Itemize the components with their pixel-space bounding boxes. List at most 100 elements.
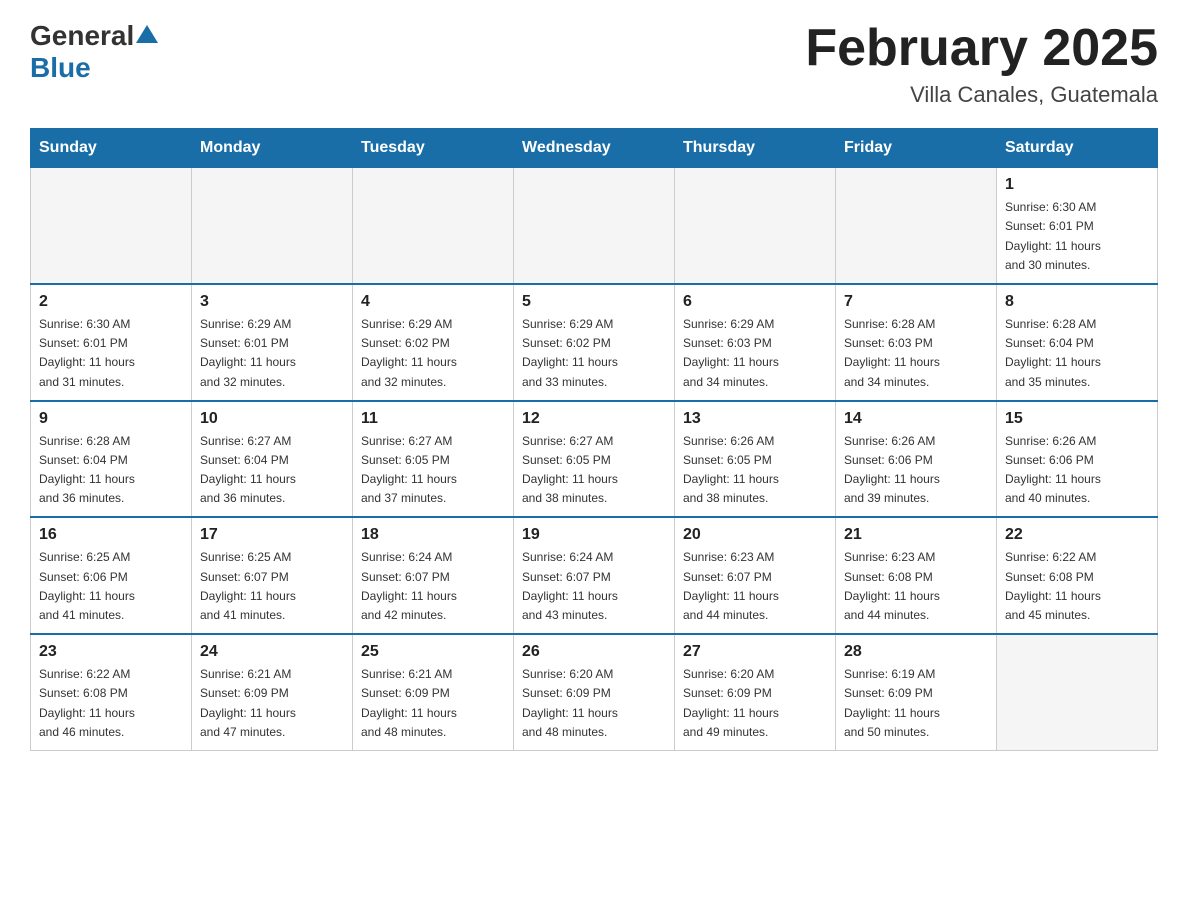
- table-row: 27 Sunrise: 6:20 AM Sunset: 6:09 PM Dayli…: [675, 634, 836, 750]
- day-number: 24: [200, 643, 344, 661]
- table-row: 9Sunrise: 6:28 AM Sunset: 6:04 PM Daylig…: [31, 401, 192, 518]
- day-info: Sunrise: 6:27 AM Sunset: 6:05 PM Dayligh…: [522, 432, 666, 509]
- day-info: Sunrise: 6:20 AM Sunset: 6:09 PM Dayligh…: [683, 665, 827, 742]
- logo-triangle-icon: [136, 23, 158, 45]
- table-row: 28 Sunrise: 6:19 AM Sunset: 6:09 PM Dayli…: [836, 634, 997, 750]
- calendar-header-row: Sunday Monday Tuesday Wednesday Thursday…: [31, 129, 1158, 168]
- table-row: 14Sunrise: 6:26 AM Sunset: 6:06 PM Dayli…: [836, 401, 997, 518]
- day-info: Sunrise: 6:22 AM Sunset: 6:08 PM Dayligh…: [1005, 548, 1149, 625]
- table-row: 13 Sunrise: 6:26 AM Sunset: 6:05 PM Dayli…: [675, 401, 836, 518]
- table-row: 16Sunrise: 6:25 AM Sunset: 6:06 PM Dayli…: [31, 517, 192, 634]
- table-row: 10 Sunrise: 6:27 AM Sunset: 6:04 PM Dayli…: [192, 401, 353, 518]
- day-info: Sunrise: 6:26 AM Sunset: 6:06 PM Dayligh…: [844, 432, 988, 509]
- col-thursday: Thursday: [675, 129, 836, 168]
- calendar-week-row: 16Sunrise: 6:25 AM Sunset: 6:06 PM Dayli…: [31, 517, 1158, 634]
- day-number: 18: [361, 526, 505, 544]
- table-row: 4 Sunrise: 6:29 AM Sunset: 6:02 PM Daylig…: [353, 284, 514, 401]
- day-info: Sunrise: 6:29 AM Sunset: 6:03 PM Dayligh…: [683, 315, 827, 392]
- day-info: Sunrise: 6:29 AM Sunset: 6:02 PM Dayligh…: [361, 315, 505, 392]
- table-row: 23Sunrise: 6:22 AM Sunset: 6:08 PM Dayli…: [31, 634, 192, 750]
- day-number: 3: [200, 293, 344, 311]
- calendar-week-row: 9Sunrise: 6:28 AM Sunset: 6:04 PM Daylig…: [31, 401, 1158, 518]
- col-monday: Monday: [192, 129, 353, 168]
- table-row: 15 Sunrise: 6:26 AM Sunset: 6:06 PM Dayli…: [997, 401, 1158, 518]
- day-info: Sunrise: 6:26 AM Sunset: 6:06 PM Dayligh…: [1005, 432, 1149, 509]
- day-info: Sunrise: 6:23 AM Sunset: 6:08 PM Dayligh…: [844, 548, 988, 625]
- day-number: 12: [522, 410, 666, 428]
- day-info: Sunrise: 6:26 AM Sunset: 6:05 PM Dayligh…: [683, 432, 827, 509]
- table-row: 12 Sunrise: 6:27 AM Sunset: 6:05 PM Dayli…: [514, 401, 675, 518]
- day-info: Sunrise: 6:19 AM Sunset: 6:09 PM Dayligh…: [844, 665, 988, 742]
- day-number: 15: [1005, 410, 1149, 428]
- calendar-week-row: 23Sunrise: 6:22 AM Sunset: 6:08 PM Dayli…: [31, 634, 1158, 750]
- table-row: 5Sunrise: 6:29 AM Sunset: 6:02 PM Daylig…: [514, 284, 675, 401]
- day-info: Sunrise: 6:30 AM Sunset: 6:01 PM Dayligh…: [39, 315, 183, 392]
- table-row: 2 Sunrise: 6:30 AM Sunset: 6:01 PM Daylig…: [31, 284, 192, 401]
- table-row: 18 Sunrise: 6:24 AM Sunset: 6:07 PM Dayli…: [353, 517, 514, 634]
- day-info: Sunrise: 6:27 AM Sunset: 6:05 PM Dayligh…: [361, 432, 505, 509]
- day-info: Sunrise: 6:21 AM Sunset: 6:09 PM Dayligh…: [361, 665, 505, 742]
- table-row: [675, 168, 836, 284]
- table-row: 8Sunrise: 6:28 AM Sunset: 6:04 PM Daylig…: [997, 284, 1158, 401]
- title-area: February 2025 Villa Canales, Guatemala: [805, 20, 1158, 108]
- day-number: 23: [39, 643, 183, 661]
- day-number: 17: [200, 526, 344, 544]
- table-row: [514, 168, 675, 284]
- table-row: 20 Sunrise: 6:23 AM Sunset: 6:07 PM Dayli…: [675, 517, 836, 634]
- day-info: Sunrise: 6:20 AM Sunset: 6:09 PM Dayligh…: [522, 665, 666, 742]
- day-number: 25: [361, 643, 505, 661]
- table-row: 22 Sunrise: 6:22 AM Sunset: 6:08 PM Dayli…: [997, 517, 1158, 634]
- day-number: 27: [683, 643, 827, 661]
- col-wednesday: Wednesday: [514, 129, 675, 168]
- table-row: 7 Sunrise: 6:28 AM Sunset: 6:03 PM Daylig…: [836, 284, 997, 401]
- day-number: 21: [844, 526, 988, 544]
- day-number: 6: [683, 293, 827, 311]
- calendar-week-row: 2 Sunrise: 6:30 AM Sunset: 6:01 PM Daylig…: [31, 284, 1158, 401]
- col-saturday: Saturday: [997, 129, 1158, 168]
- table-row: 3 Sunrise: 6:29 AM Sunset: 6:01 PM Daylig…: [192, 284, 353, 401]
- day-number: 11: [361, 410, 505, 428]
- day-number: 1: [1005, 176, 1149, 194]
- col-tuesday: Tuesday: [353, 129, 514, 168]
- logo-general-text: General: [30, 20, 134, 52]
- day-info: Sunrise: 6:27 AM Sunset: 6:04 PM Dayligh…: [200, 432, 344, 509]
- table-row: 6 Sunrise: 6:29 AM Sunset: 6:03 PM Daylig…: [675, 284, 836, 401]
- table-row: 26 Sunrise: 6:20 AM Sunset: 6:09 PM Dayli…: [514, 634, 675, 750]
- table-row: [997, 634, 1158, 750]
- logo-blue-text: Blue: [30, 52, 91, 84]
- day-info: Sunrise: 6:24 AM Sunset: 6:07 PM Dayligh…: [361, 548, 505, 625]
- day-number: 4: [361, 293, 505, 311]
- day-number: 5: [522, 293, 666, 311]
- location-subtitle: Villa Canales, Guatemala: [805, 82, 1158, 108]
- table-row: 24 Sunrise: 6:21 AM Sunset: 6:09 PM Dayli…: [192, 634, 353, 750]
- day-info: Sunrise: 6:29 AM Sunset: 6:01 PM Dayligh…: [200, 315, 344, 392]
- col-sunday: Sunday: [31, 129, 192, 168]
- day-number: 13: [683, 410, 827, 428]
- day-number: 2: [39, 293, 183, 311]
- calendar-week-row: 1 Sunrise: 6:30 AM Sunset: 6:01 PM Daylig…: [31, 168, 1158, 284]
- day-info: Sunrise: 6:21 AM Sunset: 6:09 PM Dayligh…: [200, 665, 344, 742]
- day-number: 9: [39, 410, 183, 428]
- day-number: 19: [522, 526, 666, 544]
- day-info: Sunrise: 6:24 AM Sunset: 6:07 PM Dayligh…: [522, 548, 666, 625]
- table-row: [31, 168, 192, 284]
- table-row: 25 Sunrise: 6:21 AM Sunset: 6:09 PM Dayli…: [353, 634, 514, 750]
- table-row: [192, 168, 353, 284]
- day-number: 10: [200, 410, 344, 428]
- table-row: 17 Sunrise: 6:25 AM Sunset: 6:07 PM Dayli…: [192, 517, 353, 634]
- logo: General Blue: [30, 20, 158, 84]
- col-friday: Friday: [836, 129, 997, 168]
- day-info: Sunrise: 6:30 AM Sunset: 6:01 PM Dayligh…: [1005, 198, 1149, 275]
- day-number: 7: [844, 293, 988, 311]
- day-info: Sunrise: 6:28 AM Sunset: 6:03 PM Dayligh…: [844, 315, 988, 392]
- table-row: [836, 168, 997, 284]
- day-number: 26: [522, 643, 666, 661]
- day-info: Sunrise: 6:25 AM Sunset: 6:07 PM Dayligh…: [200, 548, 344, 625]
- page-header: General Blue February 2025 Villa Canales…: [30, 20, 1158, 108]
- day-info: Sunrise: 6:23 AM Sunset: 6:07 PM Dayligh…: [683, 548, 827, 625]
- day-number: 8: [1005, 293, 1149, 311]
- day-number: 20: [683, 526, 827, 544]
- day-number: 22: [1005, 526, 1149, 544]
- day-number: 16: [39, 526, 183, 544]
- day-number: 28: [844, 643, 988, 661]
